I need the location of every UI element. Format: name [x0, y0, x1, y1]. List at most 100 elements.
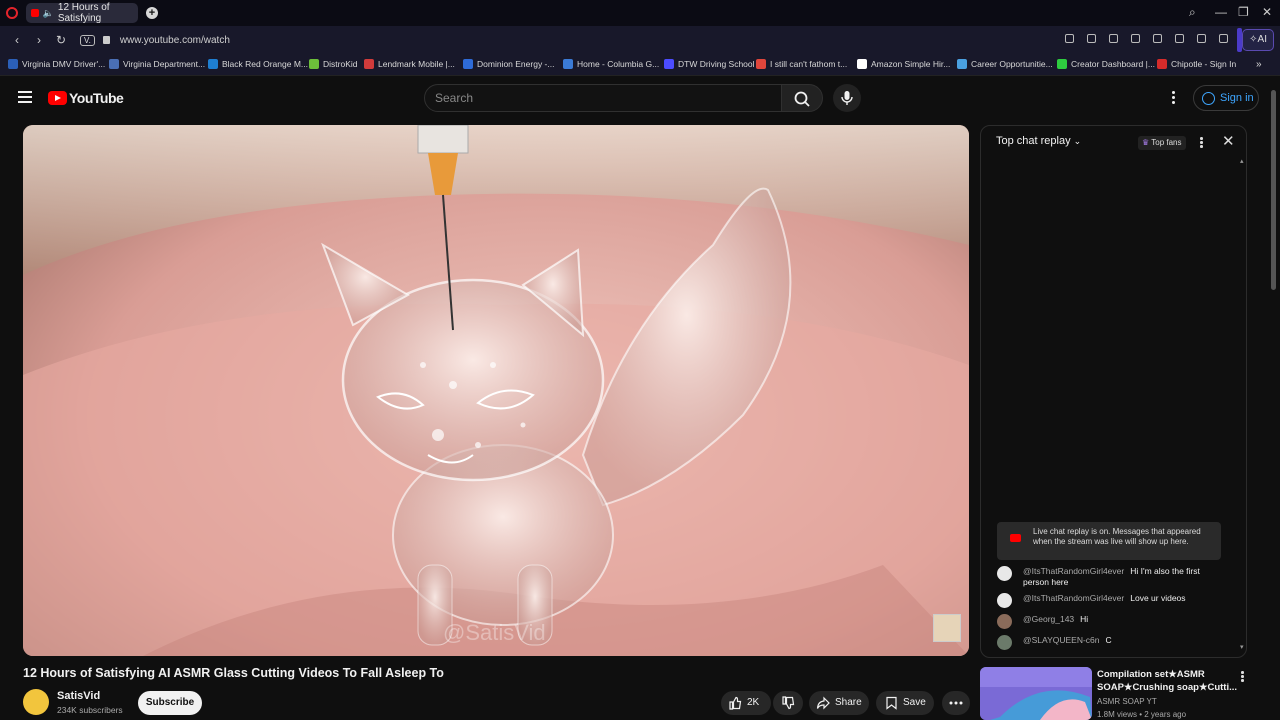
forward-icon[interactable]: ›: [34, 33, 44, 47]
edit-icon[interactable]: [1065, 34, 1074, 43]
bookmark-favicon-icon: [309, 59, 319, 69]
bookmark-favicon-icon: [208, 59, 218, 69]
profile-icon[interactable]: [1219, 34, 1228, 43]
video-title: 12 Hours of Satisfying AI ASMR Glass Cut…: [23, 666, 444, 680]
bookmark-item[interactable]: Creator Dashboard |...: [1057, 59, 1155, 69]
sign-in-button[interactable]: Sign in: [1193, 85, 1259, 111]
bookmark-item[interactable]: Amazon Simple Hir...: [857, 59, 950, 69]
opera-logo-icon[interactable]: [6, 7, 18, 19]
chat-author[interactable]: @Georg_143: [1023, 614, 1074, 624]
ai-button[interactable]: ✧AI: [1242, 29, 1274, 51]
chat-author[interactable]: @ItsThatRandomGirl4ever: [1023, 593, 1124, 603]
chat-author[interactable]: @SLAYQUEEN-c6n: [1023, 635, 1100, 645]
youtube-favicon-icon: [31, 9, 39, 17]
easy-setup-icon[interactable]: [1197, 34, 1206, 43]
minimize-button[interactable]: —: [1215, 5, 1227, 19]
user-avatar[interactable]: [997, 614, 1012, 629]
vpn-badge[interactable]: V.: [80, 34, 95, 46]
browser-tab-youtube[interactable]: 🔈 12 Hours of Satisfying: [26, 2, 138, 24]
bookmark-favicon-icon: [857, 59, 867, 69]
bookmark-item[interactable]: Virginia Department...: [109, 59, 205, 69]
search-input[interactable]: Search: [424, 84, 782, 112]
search-tabs-icon[interactable]: ⌕: [1189, 5, 1196, 20]
more-actions-button[interactable]: [942, 691, 970, 715]
bookmark-item[interactable]: Virginia DMV Driver'...: [8, 59, 105, 69]
chat-mode-dropdown[interactable]: Top chat replay ⌄: [996, 135, 1081, 147]
bookmark-item[interactable]: Chipotle - Sign In: [1157, 59, 1236, 69]
user-avatar[interactable]: [997, 593, 1012, 608]
bookmark-item[interactable]: Home - Columbia G...: [563, 59, 659, 69]
bookmark-item[interactable]: I still can't fathom t...: [756, 59, 847, 69]
crown-icon: ♛: [1142, 138, 1150, 147]
address-bar: ‹ › ↻ V. www.youtube.com/watch ✧AI: [0, 26, 1280, 54]
dislike-button[interactable]: [773, 691, 803, 715]
bookmark-favicon-icon: [364, 59, 374, 69]
close-chat-icon[interactable]: ✕: [1222, 132, 1235, 150]
channel-watermark-icon[interactable]: [933, 614, 961, 642]
bookmark-item[interactable]: DTW Driving School: [664, 59, 755, 69]
bookmark-favicon-icon: [463, 59, 473, 69]
settings-menu-icon[interactable]: [1172, 91, 1175, 106]
bookmark-favicon-icon: [756, 59, 766, 69]
youtube-play-icon: [48, 91, 67, 105]
more-bookmarks-icon[interactable]: »: [1256, 59, 1262, 70]
share-icon: [816, 696, 830, 710]
account-icon: [1202, 92, 1215, 105]
channel-name[interactable]: SatisVid: [57, 690, 100, 702]
top-fans-button[interactable]: ♛ Top fans: [1138, 136, 1186, 150]
chat-menu-icon[interactable]: [1200, 137, 1203, 149]
video-player[interactable]: @SatisVid: [23, 125, 969, 656]
live-chat-panel: Top chat replay ⌄ ♛ Top fans ✕ ▴ ▾ Live c…: [980, 125, 1247, 658]
user-avatar[interactable]: [997, 635, 1012, 650]
shield-icon[interactable]: [1109, 34, 1118, 43]
bookmark-item[interactable]: Black Red Orange M...: [208, 59, 308, 69]
recommended-channel[interactable]: ASMR SOAP YT: [1097, 697, 1157, 706]
url-field[interactable]: www.youtube.com/watch: [120, 35, 230, 46]
search-icon: [794, 91, 810, 107]
download-icon[interactable]: [1175, 34, 1184, 43]
like-button[interactable]: 2K: [721, 691, 771, 715]
chat-message: @ItsThatRandomGirl4ever Hi I'm also the f…: [997, 566, 1227, 588]
bookmark-favicon-icon: [1057, 59, 1067, 69]
share-button[interactable]: Share: [809, 691, 869, 715]
recommended-menu-icon[interactable]: [1241, 671, 1244, 683]
channel-avatar[interactable]: [23, 689, 49, 715]
bookmark-item[interactable]: Lendmark Mobile |...: [364, 59, 455, 69]
chat-replay-notice: Live chat replay is on. Messages that ap…: [997, 522, 1221, 560]
hamburger-menu-icon[interactable]: [18, 91, 32, 103]
save-button[interactable]: Save: [876, 691, 934, 715]
recommended-thumbnail[interactable]: [980, 667, 1092, 720]
bookmark-favicon-icon: [1157, 59, 1167, 69]
new-tab-button[interactable]: +: [146, 7, 158, 19]
bookmark-item[interactable]: DistroKid: [309, 59, 357, 69]
restore-button[interactable]: ❐: [1238, 5, 1249, 19]
page-scrollbar[interactable]: [1271, 90, 1276, 290]
chat-author[interactable]: @ItsThatRandomGirl4ever: [1023, 566, 1124, 576]
lock-icon[interactable]: [102, 36, 110, 44]
chat-scrollbar[interactable]: ▴ ▾: [1240, 158, 1244, 652]
heart-icon[interactable]: [1153, 34, 1162, 43]
camera-icon[interactable]: [1087, 34, 1096, 43]
bookmark-item[interactable]: Dominion Energy -...: [463, 59, 554, 69]
send-icon[interactable]: [1131, 34, 1140, 43]
voice-search-button[interactable]: [833, 84, 861, 112]
bookmark-item[interactable]: Career Opportunitie...: [957, 59, 1053, 69]
thumbnail-image: [980, 667, 1092, 720]
youtube-logo[interactable]: YouTube: [48, 90, 124, 106]
search-button[interactable]: [781, 84, 823, 112]
close-window-button[interactable]: ✕: [1262, 5, 1272, 19]
reload-icon[interactable]: ↻: [56, 33, 66, 47]
speaker-icon[interactable]: 🔈: [43, 8, 54, 19]
subscriber-count: 234K subscribers: [57, 705, 123, 715]
browser-tab-bar: 🔈 12 Hours of Satisfying + ⌕ — ❐ ✕: [0, 0, 1280, 26]
bookmark-favicon-icon: [8, 59, 18, 69]
back-icon[interactable]: ‹: [12, 33, 22, 47]
chat-text: C: [1105, 635, 1112, 645]
subscribe-button[interactable]: Subscribe: [138, 691, 202, 715]
video-frame: [23, 125, 969, 656]
bookmark-favicon-icon: [563, 59, 573, 69]
user-avatar[interactable]: [997, 566, 1012, 581]
youtube-header: YouTube Search Sign in: [0, 77, 1280, 121]
save-playlist-icon: [886, 696, 897, 710]
recommended-title[interactable]: Compilation set★ASMR SOAP★Crushing soap★…: [1097, 668, 1237, 694]
